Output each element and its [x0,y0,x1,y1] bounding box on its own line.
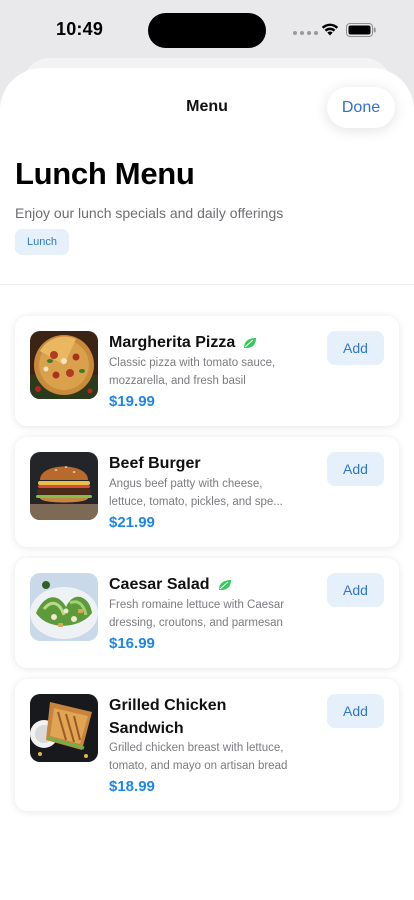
item-price: $16.99 [109,635,155,652]
item-photo-burger [30,452,98,520]
battery-icon [346,23,376,37]
leaf-icon [244,337,257,348]
item-price: $21.99 [109,514,155,531]
add-button[interactable]: Add [327,331,384,365]
wifi-icon [321,23,339,36]
menu-item-card: Grilled Chicken Sandwich Grilled chicken… [15,679,399,811]
item-photo-pizza [30,331,98,399]
leaf-icon [218,579,231,590]
status-bar: 10:49 [0,0,414,62]
item-name: Margherita Pizza [109,334,236,351]
add-button[interactable]: Add [327,694,384,728]
menu-item-card: Caesar Salad Fresh romaine lettuce with … [15,558,399,668]
menu-item-card: Margherita Pizza Classic pizza with toma… [15,316,399,426]
item-name: Caesar Salad [109,576,210,593]
item-photo-sandwich [30,694,98,762]
add-button[interactable]: Add [327,573,384,607]
dynamic-island [148,13,266,48]
divider [0,284,414,285]
menu-item-card: Beef Burger Angus beef patty with cheese… [15,437,399,547]
item-price: $18.99 [109,778,155,795]
item-description: Fresh romaine lettuce with Caesar dressi… [109,599,285,629]
item-description: Angus beef patty with cheese, lettuce, t… [109,478,283,508]
add-button[interactable]: Add [327,452,384,486]
item-description: Grilled chicken breast with lettuce, tom… [109,742,288,772]
done-button[interactable]: Done [327,87,395,128]
item-price: $19.99 [109,393,155,410]
menu-sheet: Menu Done Lunch Menu Enjoy our lunch spe… [0,68,414,900]
item-description: Classic pizza with tomato sauce, mozzare… [109,357,276,387]
status-time: 10:49 [56,19,104,39]
item-name: Beef Burger [109,455,201,472]
item-photo-salad [30,573,98,641]
category-tag: Lunch [15,229,69,255]
cellular-signal-icon [293,31,318,35]
item-name: Grilled Chicken Sandwich [109,697,227,737]
page-subtitle: Enjoy our lunch specials and daily offer… [15,205,284,221]
page-title: Lunch Menu [15,156,195,191]
